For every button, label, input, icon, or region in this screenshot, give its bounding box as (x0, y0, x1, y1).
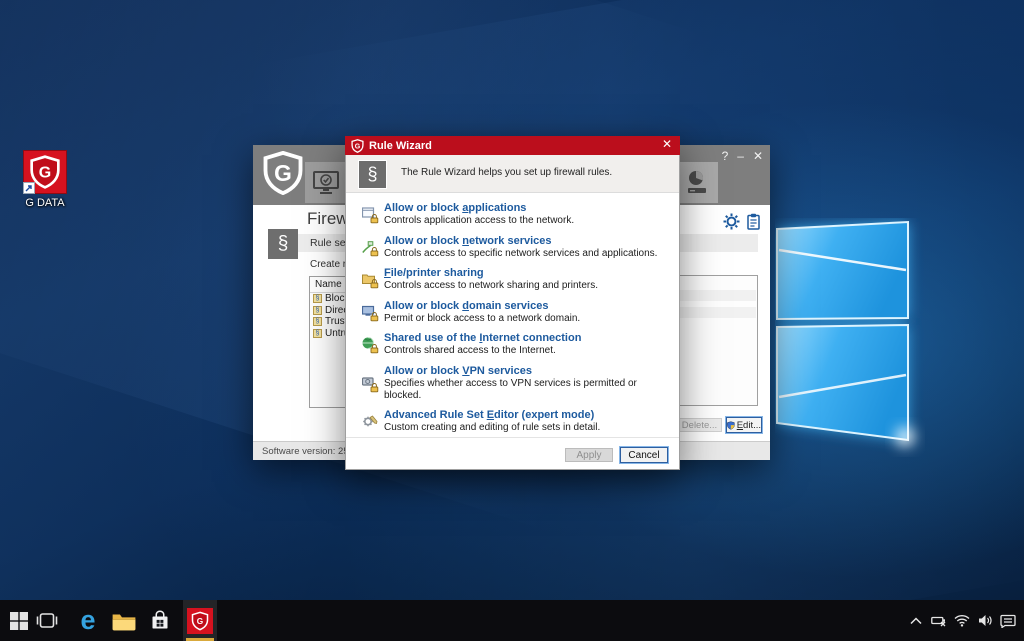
action-center-icon[interactable] (1000, 613, 1016, 629)
dialog-header: § The Rule Wizard helps you set up firew… (346, 155, 679, 193)
shortcut-label: G DATA (16, 197, 74, 209)
rule-set-icon: § (313, 294, 322, 303)
rule-set-icon: § (313, 329, 322, 338)
svg-text:G: G (39, 164, 51, 181)
battery-icon[interactable] (931, 613, 947, 629)
close-button[interactable]: ✕ (753, 148, 763, 164)
folder-lock-icon (362, 268, 379, 292)
gdata-taskbar-button[interactable]: G (183, 600, 217, 641)
cancel-button[interactable]: Cancel (620, 447, 668, 463)
windows-start-icon (10, 612, 28, 630)
edit-button[interactable]: Edit... (726, 417, 762, 433)
svg-text:G: G (274, 160, 292, 186)
wizard-item-file-printer-sharing[interactable]: File/printer sharing Controls access to … (362, 267, 671, 292)
edge-icon: e (80, 607, 95, 634)
wizard-item-desc: Custom creating and editing of rule sets… (384, 422, 600, 434)
wizard-link: Allow or block applications (384, 202, 574, 215)
wifi-icon[interactable] (954, 613, 970, 629)
rule-set-icon: § (313, 306, 322, 315)
volume-icon[interactable] (977, 613, 993, 629)
paragraph-section-icon: § (358, 160, 387, 189)
domain-monitor-lock-icon (362, 301, 379, 325)
wizard-item-desc: Controls access to specific network serv… (384, 248, 657, 260)
dialog-intro-text: The Rule Wizard helps you set up firewal… (401, 167, 612, 178)
security-center-tile[interactable] (305, 162, 347, 203)
svg-text:G: G (355, 143, 361, 150)
pie-chart-drive-icon (681, 168, 713, 198)
taskbar: e G (0, 600, 1024, 641)
wizard-item-network-services[interactable]: Allow or block network services Controls… (362, 235, 671, 260)
footer-separator (346, 437, 679, 438)
statistics-tile[interactable] (676, 162, 718, 203)
dialog-title: Rule Wizard (369, 140, 432, 152)
task-view-button[interactable] (30, 600, 64, 641)
report-clipboard-icon[interactable] (747, 213, 760, 230)
gdata-shield-icon: G (187, 608, 213, 634)
vpn-lock-icon (362, 366, 379, 402)
task-view-icon (36, 612, 58, 630)
app-window-lock-icon (362, 203, 379, 227)
edit-label: dit... (743, 420, 761, 431)
monitor-check-icon (310, 168, 342, 198)
file-explorer-button[interactable] (107, 600, 141, 641)
wizard-item-desc: Controls access to network sharing and p… (384, 280, 598, 292)
uac-shield-icon (727, 420, 735, 431)
shortcut-arrow-icon (23, 182, 35, 194)
rule-set-icon: § (313, 317, 322, 326)
windows-hero-logo (775, 218, 925, 458)
rule-wizard-dialog: G Rule Wizard ✕ § The Rule Wizard helps … (345, 136, 680, 470)
network-cable-lock-icon (362, 236, 379, 260)
wizard-link: Allow or block VPN services (384, 365, 671, 378)
rule-sets-section-icon: § (268, 229, 298, 259)
wizard-link: File/printer sharing (384, 267, 598, 280)
wizard-item-desc: Permit or block access to a network doma… (384, 313, 580, 325)
delete-button[interactable]: Delete... (677, 418, 722, 432)
globe-lock-icon (362, 333, 379, 357)
store-bag-icon (148, 609, 172, 633)
desktop-wallpaper: G G DATA ? – ✕ G (0, 0, 1024, 641)
hidden-icons-chevron[interactable] (908, 613, 924, 629)
help-button[interactable]: ? (722, 148, 729, 164)
wizard-link: Allow or block network services (384, 235, 657, 248)
gdata-shield-icon: G (262, 151, 304, 195)
wizard-item-desc: Specifies whether access to VPN services… (384, 378, 671, 402)
close-icon[interactable]: ✕ (662, 137, 672, 151)
minimize-button[interactable]: – (737, 148, 744, 164)
wizard-item-domain-services[interactable]: Allow or block domain services Permit or… (362, 300, 671, 325)
wizard-link: Shared use of the Internet connection (384, 332, 581, 345)
wizard-item-internet-connection[interactable]: Shared use of the Internet connection Co… (362, 332, 671, 357)
store-button[interactable] (143, 600, 177, 641)
svg-text:G: G (197, 617, 203, 626)
wizard-item-applications[interactable]: Allow or block applications Controls app… (362, 202, 671, 227)
apply-button[interactable]: Apply (565, 448, 613, 462)
wizard-item-advanced-editor[interactable]: Advanced Rule Set Editor (expert mode) C… (362, 409, 671, 434)
wizard-link: Advanced Rule Set Editor (expert mode) (384, 409, 600, 422)
edge-button[interactable]: e (71, 600, 105, 641)
dialog-titlebar[interactable]: G Rule Wizard ✕ (345, 136, 680, 155)
gear-pencil-icon (362, 410, 379, 434)
wizard-item-vpn-services[interactable]: Allow or block VPN services Specifies wh… (362, 365, 671, 402)
wizard-item-desc: Controls application access to the netwo… (384, 215, 574, 227)
wizard-item-desc: Controls shared access to the Internet. (384, 345, 581, 357)
folder-icon (111, 610, 137, 632)
wizard-link: Allow or block domain services (384, 300, 580, 313)
settings-gear-icon[interactable] (723, 213, 740, 230)
gdata-shield-icon: G (351, 139, 364, 153)
desktop-shortcut-gdata[interactable]: G G DATA (16, 150, 74, 209)
